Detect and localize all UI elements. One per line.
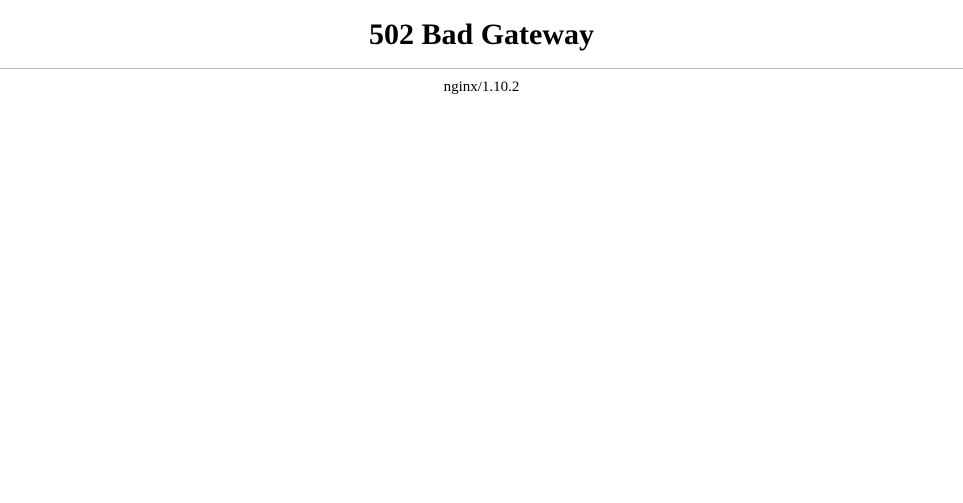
divider <box>0 68 963 69</box>
server-info: nginx/1.10.2 <box>0 79 963 96</box>
error-title: 502 Bad Gateway <box>0 18 963 52</box>
